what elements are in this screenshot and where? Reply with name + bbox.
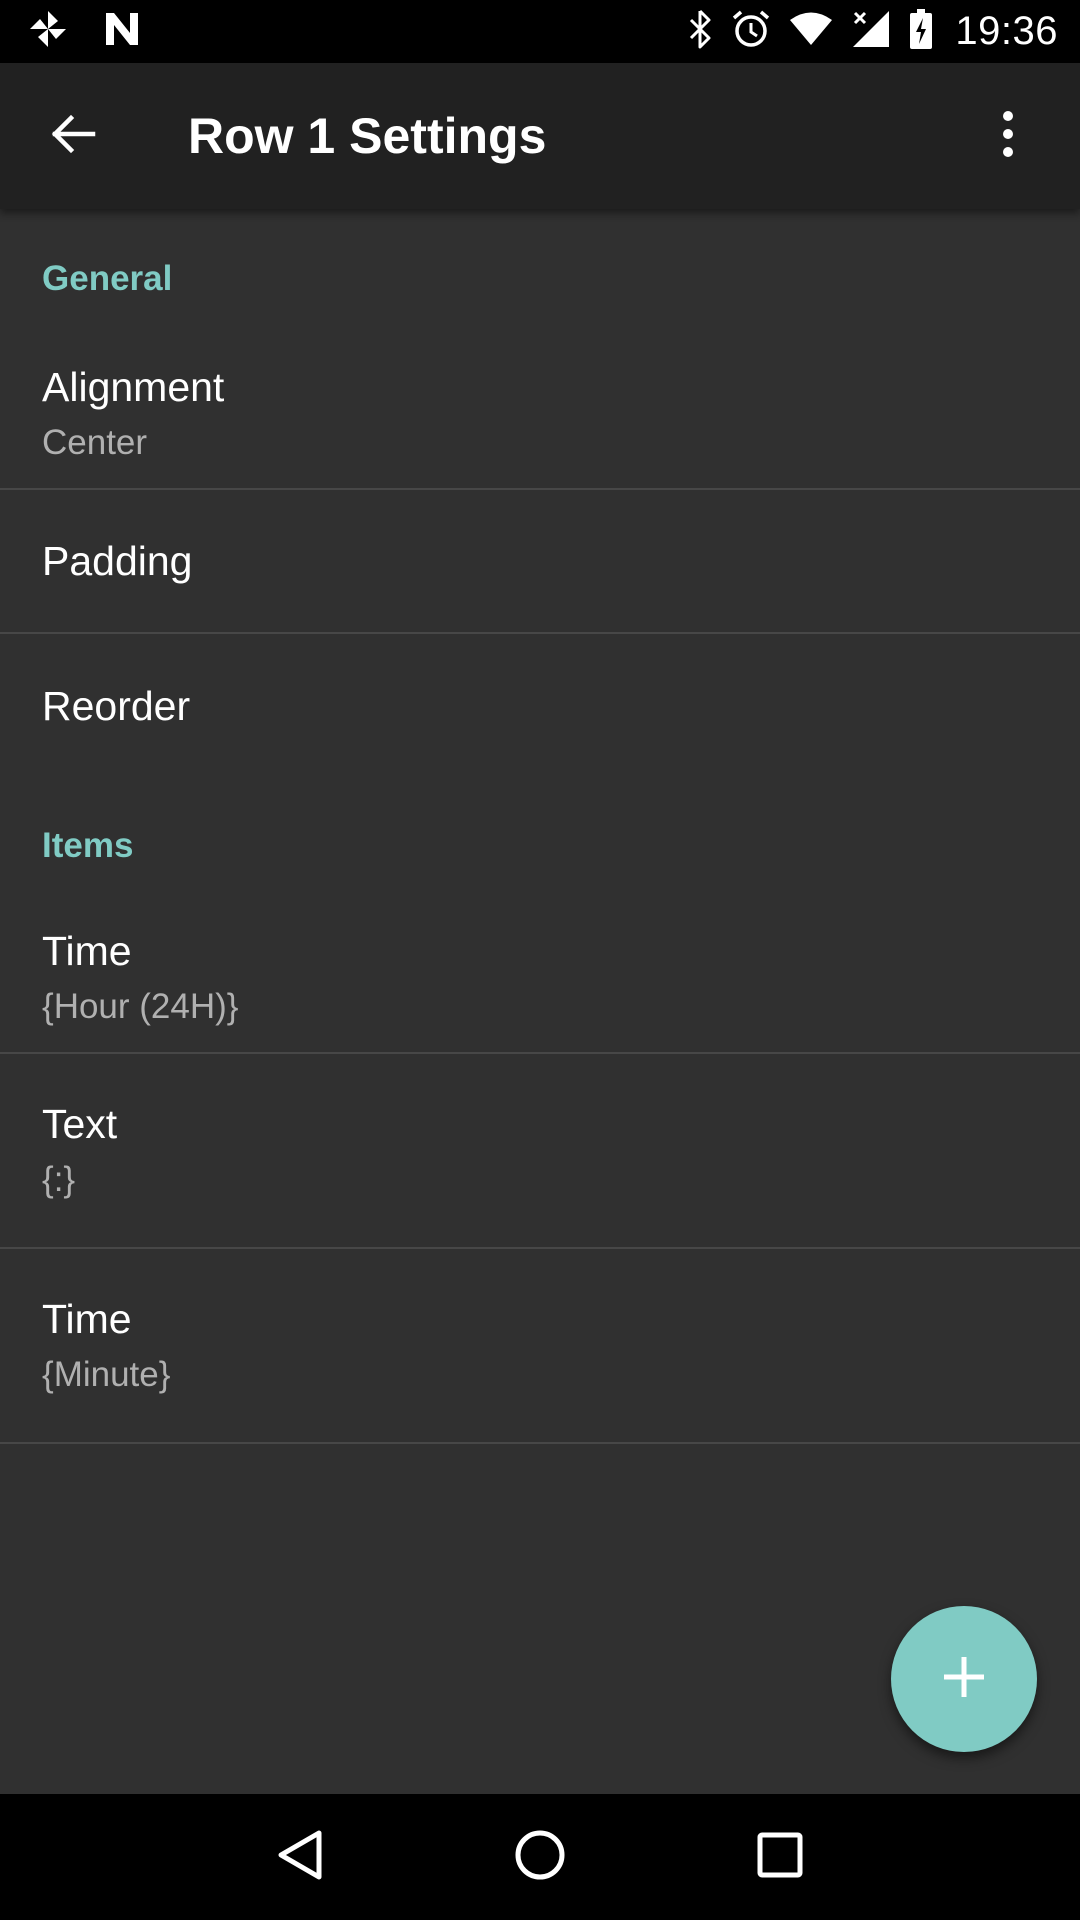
screen: 19:36 Row 1 Settings General Alignment C… [0, 0, 1080, 1920]
item-value: {:} [42, 1160, 76, 1199]
app-bar: Row 1 Settings [0, 63, 1080, 209]
navigation-bar [0, 1794, 1080, 1920]
more-vert-icon [1001, 110, 1015, 163]
add-item-button[interactable] [891, 1606, 1037, 1752]
n-logo-icon [102, 9, 142, 54]
pinwheel-icon [28, 9, 68, 54]
nav-back-button[interactable] [255, 1812, 345, 1902]
setting-title: Padding [42, 537, 193, 584]
status-bar-left [28, 9, 176, 54]
item-title: Text [42, 1101, 118, 1147]
plus-icon [942, 1655, 986, 1704]
nav-recents-button[interactable] [735, 1812, 825, 1902]
page-title: Row 1 Settings [188, 108, 547, 164]
item-value: {Minute} [42, 1355, 171, 1394]
bluetooth-icon [687, 9, 713, 54]
setting-alignment[interactable]: Alignment Center [0, 338, 1080, 490]
item-row[interactable]: Time {Minute} [0, 1249, 1080, 1444]
setting-title: Reorder [42, 682, 191, 729]
setting-reorder[interactable]: Reorder [0, 634, 1080, 778]
home-circle-icon [514, 1829, 566, 1886]
item-title: Time [42, 927, 132, 974]
wifi-icon [789, 11, 833, 52]
back-button[interactable] [0, 63, 146, 209]
alarm-icon [731, 9, 771, 54]
status-bar: 19:36 [0, 0, 1080, 63]
back-triangle-icon [277, 1829, 323, 1886]
setting-value: Center [42, 422, 148, 462]
arrow-back-icon [49, 110, 97, 163]
section-header-items: Items [42, 826, 134, 865]
status-time: 19:36 [955, 9, 1058, 53]
item-row[interactable]: Text {:} [0, 1054, 1080, 1249]
item-title: Time [42, 1296, 132, 1342]
setting-title: Alignment [42, 363, 225, 410]
signal-icon [851, 9, 891, 54]
item-row[interactable]: Time {Hour (24H)} [0, 902, 1080, 1054]
item-value: {Hour (24H)} [42, 986, 239, 1026]
section-header-general: General [42, 259, 173, 298]
status-bar-right: 19:36 [669, 9, 1058, 54]
recents-square-icon [757, 1832, 803, 1883]
settings-list: General Alignment Center Padding Reorder… [0, 209, 1080, 1444]
setting-padding[interactable]: Padding [0, 490, 1080, 634]
more-options-button[interactable] [958, 63, 1058, 209]
nav-home-button[interactable] [495, 1812, 585, 1902]
battery-icon [909, 9, 933, 54]
